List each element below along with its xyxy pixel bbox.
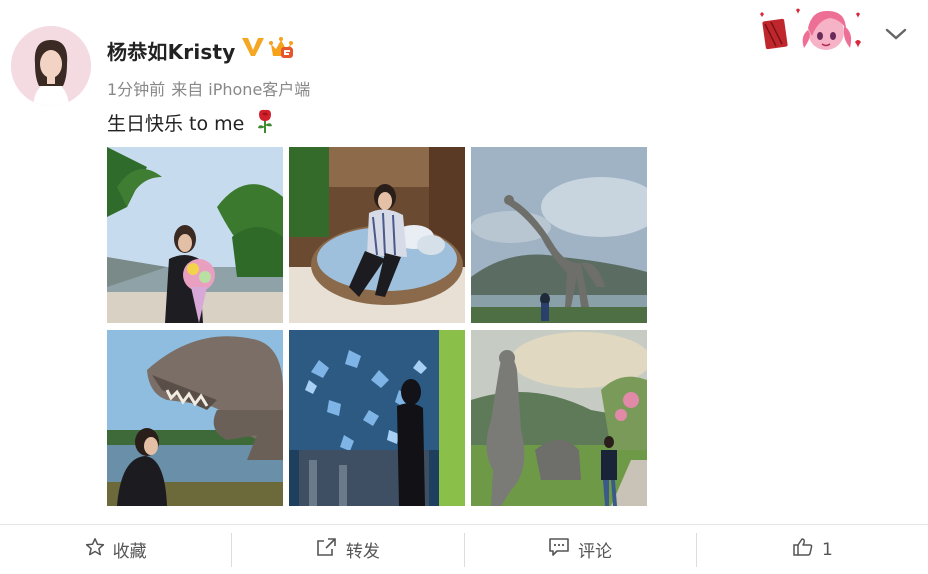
vip-crown-icon[interactable]	[268, 36, 296, 64]
post-meta: 1分钟前 来自 iPhone客户端	[107, 76, 310, 100]
post-source: 来自 iPhone客户端	[171, 80, 311, 99]
post-text-body: 生日快乐 to me	[107, 113, 245, 135]
thumbs-up-icon	[792, 537, 814, 562]
chevron-down-icon[interactable]	[884, 24, 908, 48]
photo-1[interactable]	[107, 147, 283, 323]
favorite-button[interactable]: 收藏	[0, 525, 231, 574]
star-icon	[85, 537, 105, 562]
comment-label: 评论	[578, 542, 613, 562]
post-text: 生日快乐 to me	[107, 108, 276, 139]
photo-3[interactable]	[471, 147, 647, 323]
avatar[interactable]	[11, 26, 91, 106]
action-bar: 收藏 转发 评论 1	[0, 524, 928, 574]
photo-6[interactable]	[471, 330, 647, 506]
comment-icon	[548, 537, 570, 562]
photo-5[interactable]	[289, 330, 465, 506]
comment-button[interactable]: 评论	[465, 525, 696, 574]
share-icon	[316, 537, 338, 562]
favorite-label: 收藏	[112, 542, 147, 562]
verified-v-icon	[241, 36, 265, 62]
photo-2[interactable]	[289, 147, 465, 323]
username[interactable]: 杨恭如Kristy	[107, 36, 236, 65]
rose-icon	[254, 108, 276, 139]
like-button[interactable]: 1	[697, 525, 928, 574]
photo-4[interactable]	[107, 330, 283, 506]
like-count: 1	[821, 539, 833, 560]
post-time[interactable]: 1分钟前	[107, 80, 165, 99]
card-decoration[interactable]	[756, 6, 866, 60]
repost-button[interactable]: 转发	[232, 525, 463, 574]
repost-label: 转发	[345, 542, 380, 562]
